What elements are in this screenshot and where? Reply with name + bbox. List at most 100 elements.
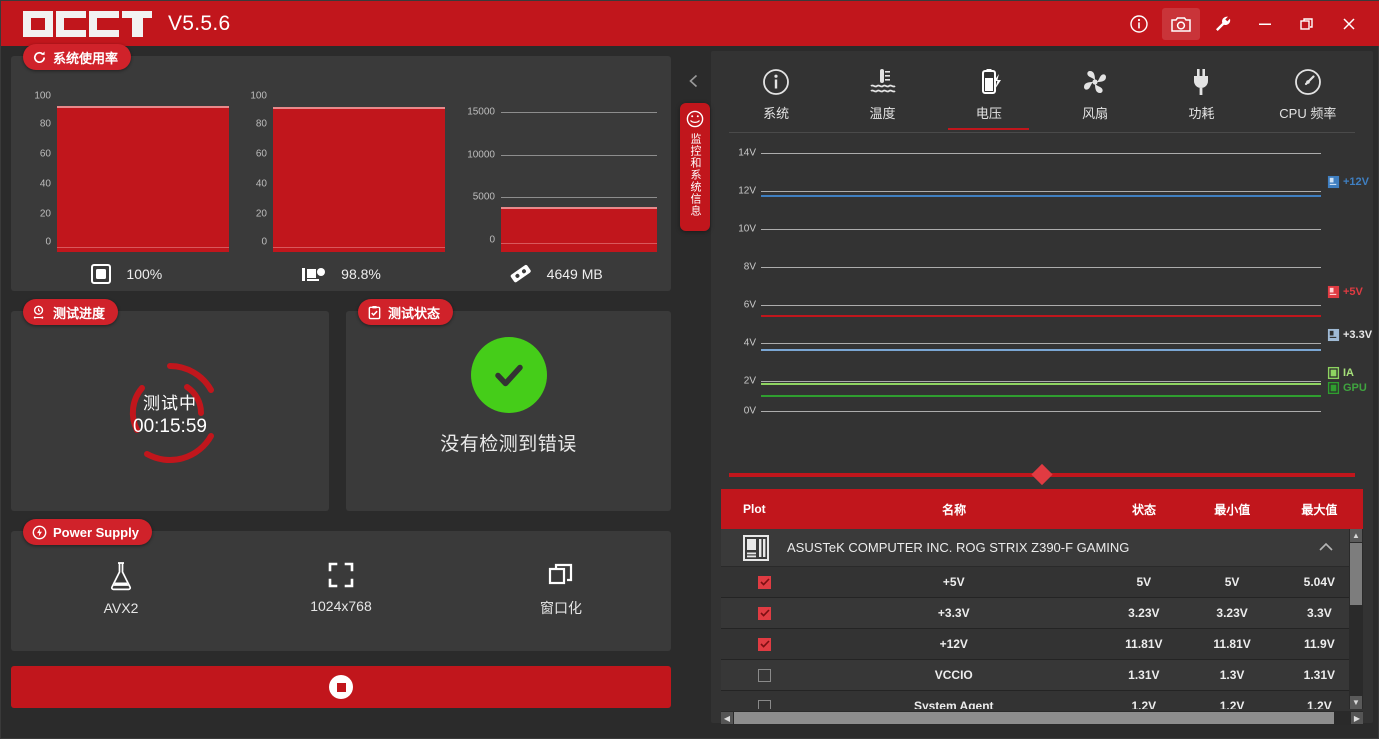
vertical-scroll-thumb[interactable] bbox=[1350, 543, 1362, 605]
sensor-table-body: ASUSTeK COMPUTER INC. ROG STRIX Z390-F G… bbox=[721, 529, 1363, 709]
legend-label-3v3: +3.3V bbox=[1343, 329, 1373, 341]
logo-letter-t bbox=[122, 10, 152, 37]
row-plot-cell[interactable] bbox=[721, 637, 808, 651]
memory-chart-plot bbox=[501, 92, 657, 252]
voltage-series-5v bbox=[761, 315, 1321, 317]
logo-letter-c bbox=[56, 10, 88, 37]
chart-time-slider[interactable] bbox=[729, 463, 1355, 486]
plot-checkbox[interactable] bbox=[758, 637, 772, 651]
cpu-tick: 80 bbox=[39, 118, 51, 130]
column-header-name: 名称 bbox=[942, 502, 967, 517]
row-current: 11.81V bbox=[1125, 637, 1163, 651]
horizontal-scroll-thumb[interactable] bbox=[734, 712, 1334, 724]
legend-label-5v: +5V bbox=[1343, 286, 1363, 298]
voltage-gridline bbox=[761, 229, 1321, 230]
scroll-down-button[interactable]: ▼ bbox=[1350, 696, 1362, 709]
scroll-up-button[interactable]: ▲ bbox=[1350, 529, 1362, 542]
app-version: V5.5.6 bbox=[168, 11, 231, 35]
chevron-left-icon bbox=[689, 74, 698, 88]
memory-tick: 0 bbox=[489, 234, 495, 246]
plot-checkbox[interactable] bbox=[758, 606, 772, 620]
minimize-icon[interactable] bbox=[1246, 8, 1284, 40]
tab-system[interactable]: 系统 bbox=[723, 63, 829, 125]
status-content: 没有检测到错误 bbox=[346, 337, 671, 456]
gpu-icon bbox=[302, 268, 326, 281]
table-row[interactable]: VCCIO 1.31V 1.3V 1.31V bbox=[721, 660, 1363, 691]
gpu-tick: 20 bbox=[255, 208, 267, 220]
gpu-chart-baseline bbox=[273, 247, 445, 248]
table-row[interactable]: +3.3V 3.23V 3.23V 3.3V bbox=[721, 598, 1363, 629]
row-name: +3.3V bbox=[937, 606, 970, 620]
instruction-set-option[interactable]: AVX2 bbox=[11, 561, 231, 618]
row-min: 1.2V bbox=[1219, 699, 1245, 709]
table-row[interactable]: +5V 5V 5V 5.04V bbox=[721, 567, 1363, 598]
tab-cpu-frequency[interactable]: CPU 频率 bbox=[1255, 63, 1361, 125]
row-plot-cell[interactable] bbox=[721, 699, 808, 709]
power-supply-badge: Power Supply bbox=[23, 519, 152, 545]
voltage-gridline bbox=[761, 191, 1321, 192]
voltage-chart: 14V 12V 10V 8V 6V 4V 2V 0V +12V +5V +3.3… bbox=[729, 143, 1372, 423]
legend-entry-gpu: GPU bbox=[1327, 381, 1367, 395]
table-horizontal-scrollbar[interactable]: ◀ ▶ bbox=[721, 711, 1363, 725]
collapse-panel-button[interactable] bbox=[686, 73, 702, 94]
tab-temperature-label: 温度 bbox=[869, 106, 896, 121]
memory-tick: 10000 bbox=[467, 149, 495, 161]
test-progress-badge-label: 测试进度 bbox=[53, 305, 106, 321]
sensor-table-header: Plot 名称 状态 最小值 最大值 bbox=[721, 489, 1363, 529]
tab-fan[interactable]: 风扇 bbox=[1042, 63, 1148, 125]
chevron-up-icon[interactable] bbox=[1319, 539, 1333, 557]
tab-temperature[interactable]: 温度 bbox=[829, 63, 935, 125]
monitoring-side-tab-label: 监控和系统信息 bbox=[689, 133, 701, 217]
flask-icon bbox=[110, 562, 132, 591]
row-min: 11.81V bbox=[1213, 637, 1251, 651]
scroll-right-button[interactable]: ▶ bbox=[1351, 712, 1363, 724]
stopwatch-icon bbox=[33, 305, 44, 319]
monitoring-side-tab[interactable]: 监控和系统信息 bbox=[680, 103, 710, 231]
ram-icon bbox=[510, 264, 531, 283]
stop-square bbox=[336, 682, 346, 692]
row-plot-cell[interactable] bbox=[721, 606, 808, 620]
table-row[interactable]: System Agent 1.2V 1.2V 1.2V bbox=[721, 691, 1363, 709]
camera-icon[interactable] bbox=[1162, 7, 1200, 40]
column-header-max: 最大值 bbox=[1301, 502, 1338, 517]
gpu-chart-axis: 100 80 60 40 20 0 bbox=[235, 91, 271, 252]
scroll-left-button[interactable]: ◀ bbox=[721, 712, 733, 724]
voltage-gridline bbox=[761, 305, 1321, 306]
row-plot-cell[interactable] bbox=[721, 668, 808, 682]
battery-bolt-icon bbox=[981, 69, 1001, 94]
info-icon[interactable] bbox=[1120, 8, 1158, 40]
test-progress-badge: 测试进度 bbox=[23, 299, 119, 325]
voltage-ytick: 10V bbox=[738, 223, 756, 235]
wrench-icon[interactable] bbox=[1204, 8, 1242, 40]
voltage-series-3v3 bbox=[761, 349, 1321, 351]
row-name: +12V bbox=[939, 637, 968, 651]
legend-entry-ia: IA bbox=[1327, 366, 1354, 380]
tab-power[interactable]: 功耗 bbox=[1148, 63, 1254, 125]
row-plot-cell[interactable] bbox=[721, 575, 808, 589]
window-mode-option[interactable]: 窗口化 bbox=[451, 561, 671, 618]
memory-tick: 15000 bbox=[467, 106, 495, 118]
voltage-ytick: 6V bbox=[743, 299, 756, 311]
column-header-status: 状态 bbox=[1132, 502, 1157, 517]
monitoring-panel: 监控和系统信息 系统 温度 电压 风扇 功耗 CPU 频率 14V 12V 10… bbox=[680, 51, 1373, 725]
column-header-min: 最小值 bbox=[1214, 502, 1251, 517]
tab-voltage[interactable]: 电压 bbox=[936, 63, 1042, 130]
table-row[interactable]: +12V 11.81V 11.81V 11.9V bbox=[721, 629, 1363, 660]
table-vertical-scrollbar[interactable]: ▲ ▼ bbox=[1349, 529, 1363, 709]
stop-test-button[interactable] bbox=[11, 666, 671, 708]
memory-gridline bbox=[501, 197, 657, 198]
legend-entry-5v: +5V bbox=[1327, 285, 1363, 299]
plot-checkbox[interactable] bbox=[758, 575, 772, 589]
resolution-option[interactable]: 1024x768 bbox=[231, 561, 451, 618]
plot-checkbox[interactable] bbox=[758, 699, 772, 709]
cpu-usage-stat: 100% bbox=[19, 261, 234, 287]
plot-checkbox[interactable] bbox=[758, 668, 772, 682]
voltage-chart-axis: 14V 12V 10V 8V 6V 4V 2V 0V bbox=[729, 143, 759, 423]
slider-handle[interactable] bbox=[1031, 463, 1053, 486]
restore-icon[interactable] bbox=[1288, 8, 1326, 40]
voltage-series-ia bbox=[761, 383, 1321, 385]
monitoring-icon bbox=[686, 110, 704, 128]
close-icon[interactable] bbox=[1330, 8, 1368, 40]
sensor-group-row[interactable]: ASUSTeK COMPUTER INC. ROG STRIX Z390-F G… bbox=[721, 529, 1363, 567]
test-state-label: 测试中 bbox=[143, 393, 197, 413]
